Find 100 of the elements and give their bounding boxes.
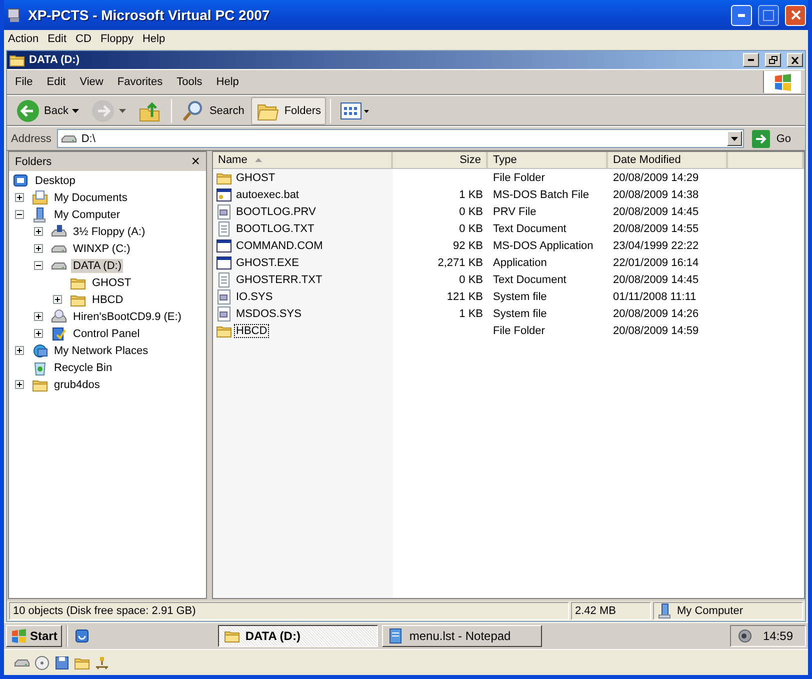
file-size: 121 KB — [446, 290, 483, 302]
control-panel-icon — [51, 326, 67, 342]
recycle-bin-icon — [32, 360, 48, 376]
file-name[interactable]: HBCD — [234, 324, 270, 338]
tree-item[interactable]: DATA (D:) — [71, 258, 124, 272]
date-modified: 20/08/2009 14:45 — [613, 274, 699, 286]
file-size: 0 KB — [459, 206, 483, 218]
tree-item[interactable]: Desktop — [33, 174, 78, 188]
go-button[interactable]: Go — [746, 130, 801, 148]
file-name[interactable]: GHOSTERR.TXT — [234, 272, 324, 286]
sort-arrow-icon — [255, 158, 262, 162]
address-label: Address — [11, 132, 52, 144]
file-name[interactable]: GHOST.EXE — [234, 256, 301, 270]
file-type: Application — [493, 256, 547, 268]
tree-item[interactable]: Control Panel — [71, 326, 142, 340]
status-zone: My Computer — [677, 605, 744, 617]
column-header[interactable]: Size — [393, 152, 488, 168]
dropdown-button[interactable] — [727, 131, 742, 146]
batch-file-icon — [216, 186, 232, 202]
search-button[interactable]: Search — [176, 96, 250, 124]
tree-item[interactable]: My Network Places — [52, 344, 150, 358]
computer-icon — [657, 603, 673, 619]
file-name[interactable]: COMMAND.COM — [234, 238, 325, 252]
file-type: PRV File — [493, 206, 536, 218]
date-modified: 20/08/2009 14:45 — [613, 206, 699, 218]
close-button[interactable]: × — [191, 154, 200, 169]
taskbar-button[interactable]: menu.lst - Notepad — [382, 625, 542, 647]
file-name[interactable]: IO.SYS — [234, 290, 275, 304]
address-field[interactable]: D:\ — [57, 129, 744, 148]
floppy-drive-icon — [51, 224, 67, 240]
file-name[interactable]: BOOTLOG.PRV — [234, 204, 318, 218]
windows-flag-icon — [772, 73, 792, 91]
minimize-icon — [738, 14, 745, 16]
file-name[interactable]: BOOTLOG.TXT — [234, 222, 316, 236]
menu-item[interactable]: File — [11, 76, 39, 88]
menu-item[interactable]: Action — [8, 33, 45, 45]
network-icon — [32, 342, 48, 358]
system-file-icon — [216, 306, 232, 322]
tree-item[interactable]: grub4dos — [52, 378, 102, 392]
restore-button[interactable] — [765, 53, 781, 67]
folders-button[interactable]: Folders — [251, 96, 326, 124]
desktop-icon — [13, 172, 29, 188]
file-size: 1 KB — [459, 188, 483, 200]
caret-icon[interactable] — [72, 108, 80, 112]
menu-item[interactable]: CD — [76, 33, 98, 45]
status-size: 2.42 MB — [575, 605, 616, 617]
file-name[interactable]: autoexec.bat — [234, 188, 301, 202]
menu-item[interactable]: Floppy — [100, 33, 140, 45]
file-type: File Folder — [493, 172, 545, 184]
minimize-button[interactable] — [731, 4, 752, 26]
column-header[interactable]: Date Modified — [608, 152, 728, 168]
tree-item[interactable]: GHOST — [90, 276, 134, 290]
tree-item[interactable]: My Documents — [52, 190, 130, 204]
file-type: File Folder — [493, 324, 545, 336]
close-button[interactable] — [785, 4, 806, 26]
tree-item[interactable]: 3½ Floppy (A:) — [71, 224, 148, 238]
file-name[interactable]: GHOST — [234, 170, 278, 184]
file-size: 2,271 KB — [438, 256, 483, 268]
menu-item[interactable]: Edit — [42, 76, 72, 88]
column-header[interactable]: Type — [488, 152, 608, 168]
documents-folder-icon — [32, 190, 48, 206]
date-modified: 20/08/2009 14:59 — [613, 324, 699, 336]
text-file-icon — [216, 220, 232, 236]
minimize-button[interactable] — [743, 53, 759, 67]
application-icon — [216, 254, 232, 270]
menu-item[interactable]: Tools — [172, 76, 208, 88]
system-file-icon — [216, 204, 232, 220]
file-type: MS-DOS Application — [493, 240, 594, 252]
tree-item[interactable]: My Computer — [52, 208, 122, 222]
menu-item[interactable]: Help — [212, 76, 245, 88]
caret-icon[interactable] — [731, 136, 738, 140]
menu-item[interactable]: Help — [142, 33, 172, 45]
column-header[interactable]: Name — [213, 152, 393, 168]
back-button[interactable]: Back — [11, 96, 84, 124]
menu-item[interactable]: Favorites — [113, 76, 169, 88]
floppy-icon[interactable] — [54, 654, 70, 670]
windows-flag-icon — [11, 629, 27, 643]
file-size: 1 KB — [459, 308, 483, 320]
date-modified: 20/08/2009 14:55 — [613, 222, 699, 234]
cd-drive-icon — [51, 308, 67, 324]
file-size: 0 KB — [459, 222, 483, 234]
close-button[interactable] — [787, 53, 803, 67]
menu-item[interactable]: View — [76, 76, 110, 88]
menu-item[interactable]: Edit — [48, 33, 73, 45]
text-file-icon — [216, 272, 232, 288]
start-button[interactable]: Start — [6, 625, 62, 647]
tree-item[interactable]: Hiren'sBootCD9.9 (E:) — [71, 310, 184, 324]
tree-item[interactable]: Recycle Bin — [52, 360, 114, 374]
date-modified: 20/08/2009 14:38 — [613, 188, 699, 200]
file-name[interactable]: MSDOS.SYS — [234, 306, 304, 320]
cd-icon[interactable] — [34, 654, 50, 670]
taskbar-button[interactable]: DATA (D:) — [218, 625, 378, 647]
file-type: System file — [493, 290, 547, 302]
clock: 14:59 — [762, 629, 793, 643]
tree-item[interactable]: WINXP (C:) — [71, 242, 132, 256]
network-icon[interactable] — [94, 654, 110, 670]
date-modified: 20/08/2009 14:29 — [613, 172, 699, 184]
browser-shortcut-icon[interactable] — [74, 628, 90, 644]
tree-item[interactable]: HBCD — [90, 292, 126, 306]
status-text: 10 objects (Disk free space: 2.91 GB) — [13, 605, 196, 617]
